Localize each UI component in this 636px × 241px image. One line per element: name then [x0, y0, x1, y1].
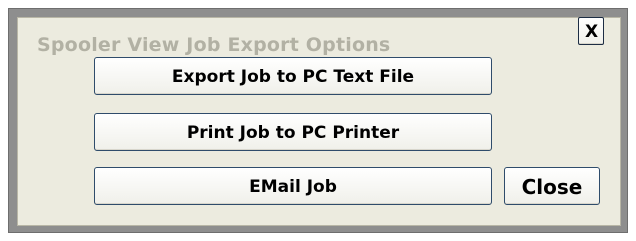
print-to-printer-button[interactable]: Print Job to PC Printer [94, 113, 492, 151]
close-button[interactable]: Close [504, 167, 600, 205]
dialog-title: Spooler View Job Export Options [37, 34, 391, 56]
email-job-button[interactable]: EMail Job [94, 167, 492, 205]
close-x-button[interactable]: X [578, 17, 604, 45]
export-to-text-file-button[interactable]: Export Job to PC Text File [94, 57, 492, 95]
